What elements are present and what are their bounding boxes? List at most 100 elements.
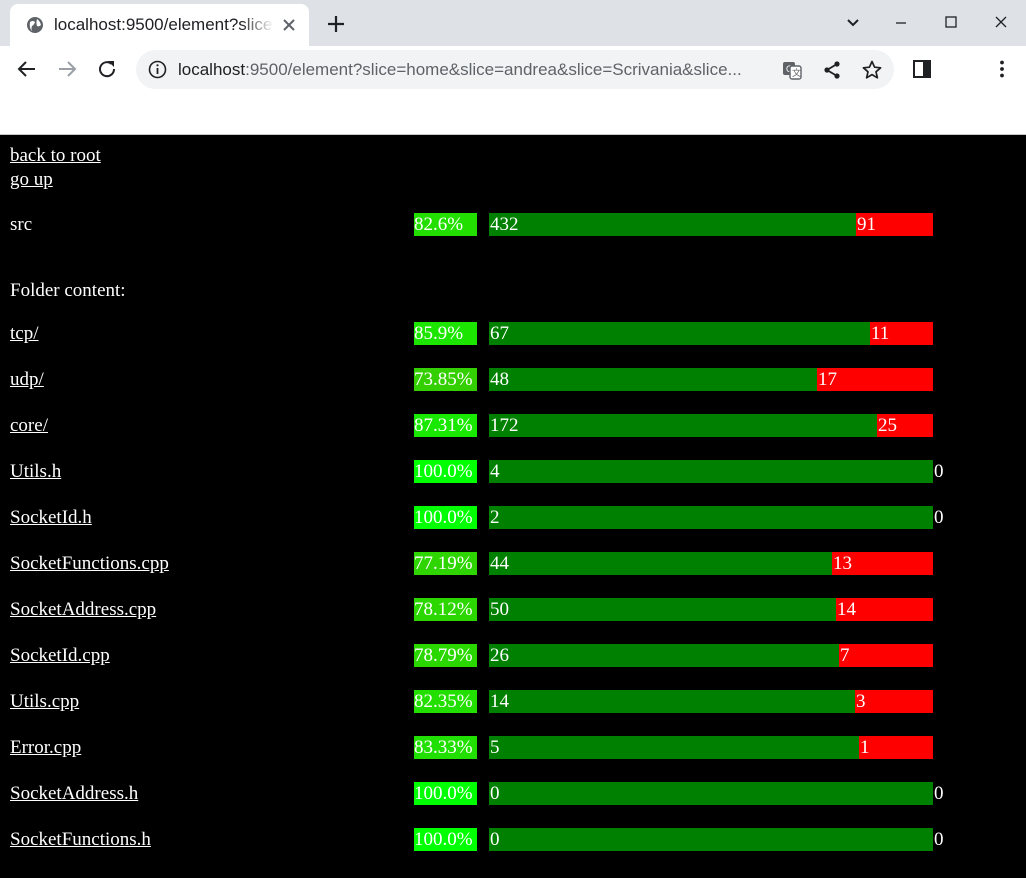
coverage-bar: 14 3 [489,690,933,713]
coverage-percent: 78.79% [414,644,477,667]
covered-bar-segment [489,828,933,851]
coverage-percent: 100.0% [414,782,477,805]
covered-bar-segment [489,506,933,529]
covered-bar-segment [489,213,856,236]
folder-item-row: SocketAddress.h 100.0% 0 0 [0,782,1026,806]
reload-icon[interactable] [95,57,119,81]
folder-item-link[interactable]: core/ [10,414,48,438]
folder-item-link[interactable]: SocketId.cpp [10,644,110,668]
maximize-icon[interactable] [940,12,962,34]
coverage-percent: 100.0% [414,828,477,851]
coverage-bar: 26 7 [489,644,933,667]
translate-icon[interactable]: G 文 [781,59,803,81]
go-up-link[interactable]: go up [10,168,53,192]
uncovered-count: 13 [833,553,852,574]
covered-bar-segment [489,690,855,713]
coverage-bar: 00 [489,782,944,805]
covered-count: 172 [490,415,519,436]
folder-item-row: udp/73.85% 48 17 [0,368,1026,392]
url-text[interactable]: localhost:9500/element?slice=home&slice=… [178,60,768,80]
coverage-bar: 40 [489,460,944,483]
side-panel-icon[interactable] [910,57,934,81]
tab-close-icon[interactable] [279,15,299,35]
coverage-percent: 73.85% [414,368,477,391]
folder-item-link[interactable]: SocketAddress.cpp [10,598,156,622]
coverage-percent: 87.31% [414,414,477,437]
covered-count: 26 [490,645,509,666]
covered-count: 432 [490,214,519,235]
back-arrow-icon[interactable] [15,57,39,81]
covered-bar-segment [489,552,832,575]
folder-item-link[interactable]: Utils.cpp [10,690,79,714]
coverage-bar: 432 91 [489,213,933,236]
folder-item-row: SocketAddress.cpp 78.12% 50 14 [0,598,1026,622]
coverage-bar: 44 13 [489,552,933,575]
globe-icon [27,17,43,33]
forward-arrow-icon[interactable] [55,57,79,81]
coverage-bar: 48 17 [489,368,933,391]
covered-count: 50 [490,599,509,620]
covered-bar-segment [489,322,870,345]
summary-name: src [10,214,33,235]
uncovered-count: 0 [934,829,944,850]
share-icon[interactable] [821,59,843,81]
folder-item-link[interactable]: Error.cpp [10,736,81,760]
minimize-icon[interactable] [890,12,912,34]
coverage-percent: 100.0% [414,506,477,529]
folder-item-link[interactable]: Utils.h [10,460,61,484]
covered-count: 48 [490,369,509,390]
coverage-percent: 82.6% [414,213,477,236]
covered-count: 5 [490,737,500,758]
folder-item-row: Utils.cpp 82.35% 14 3 [0,690,1026,714]
uncovered-count: 91 [857,214,876,235]
uncovered-count: 0 [934,507,944,528]
kebab-menu-icon[interactable] [990,57,1014,81]
browser-tab[interactable]: localhost:9500/element?slice=home&slice=… [10,4,309,46]
page-content: back to root go up src 82.6% 432 91 Fold… [0,135,1026,878]
covered-count: 44 [490,553,509,574]
url-path: :9500/element?slice=home&slice=andrea&sl… [245,60,742,79]
folder-item-row: SocketFunctions.h 100.0% 0 0 [0,828,1026,852]
coverage-percent: 100.0% [414,460,477,483]
covered-count: 4 [490,461,500,482]
folder-item-link[interactable]: SocketFunctions.h [10,828,151,852]
uncovered-count: 11 [871,323,890,344]
uncovered-count: 1 [860,737,870,758]
covered-bar-segment [489,598,836,621]
folder-item-row: SocketId.cpp 78.79% 26 7 [0,644,1026,668]
covered-bar-segment [489,782,933,805]
uncovered-count: 7 [840,645,850,666]
folder-item-link[interactable]: tcp/ [10,322,39,346]
tab-title: localhost:9500/element?slice=home&slice=… [54,15,274,34]
coverage-bar: 51 [489,736,933,759]
coverage-bar: 20 [489,506,944,529]
tab-strip: localhost:9500/element?slice=home&slice=… [0,0,1026,46]
chevron-down-icon[interactable] [842,12,864,34]
covered-count: 14 [490,691,509,712]
coverage-bar: 50 14 [489,598,933,621]
covered-bar-segment [489,414,877,437]
bookmark-star-icon[interactable] [861,59,883,81]
info-icon[interactable] [148,60,167,79]
url-host: localhost [178,60,246,79]
folder-item-link[interactable]: SocketFunctions.cpp [10,552,169,576]
back-to-root-link[interactable]: back to root [10,144,101,168]
uncovered-count: 3 [856,691,866,712]
uncovered-count: 0 [934,461,944,482]
folder-content-label: Folder content: [10,280,126,301]
folder-item-link[interactable]: SocketId.h [10,506,92,530]
address-bar[interactable]: localhost:9500/element?slice=home&slice=… [136,50,894,89]
coverage-bar: 00 [489,828,944,851]
covered-bar-segment [489,736,859,759]
folder-item-row: Error.cpp 83.33% 5 1 [0,736,1026,760]
coverage-percent: 83.33% [414,736,477,759]
folder-item-row: tcp/85.9% 67 11 [0,322,1026,346]
new-tab-plus-icon[interactable] [325,13,347,35]
coverage-percent: 78.12% [414,598,477,621]
close-window-icon[interactable] [990,12,1012,34]
covered-count: 0 [490,829,500,850]
folder-item-link[interactable]: SocketAddress.h [10,782,138,806]
uncovered-count: 17 [818,369,837,390]
folder-item-link[interactable]: udp/ [10,368,44,392]
covered-count: 2 [490,507,500,528]
